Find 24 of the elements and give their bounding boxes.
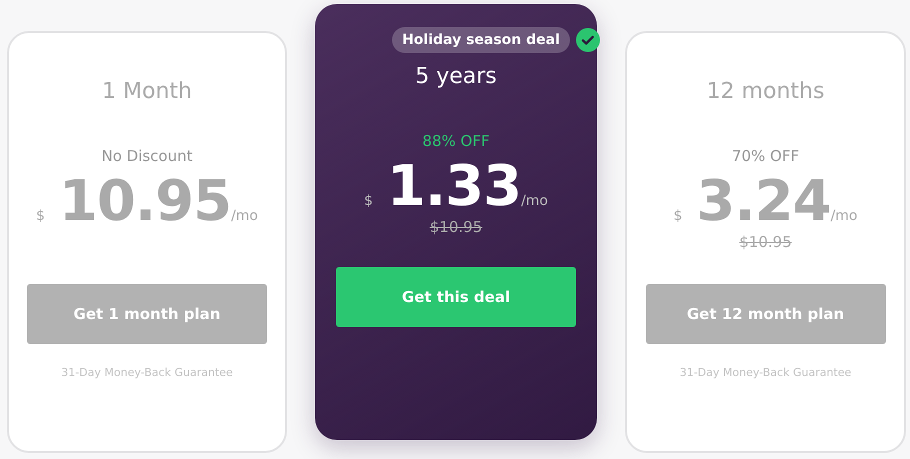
old-price: $10.95 [739, 233, 792, 253]
old-price: $10.95 [430, 218, 482, 238]
price: 1.33 [386, 156, 522, 218]
discount-label: 70% OFF [732, 147, 800, 165]
price-unit: /mo [830, 208, 858, 224]
plan-button[interactable]: Get 12 month plan [646, 284, 886, 344]
plan-button[interactable]: Get 1 month plan [27, 284, 267, 344]
plan-title: 12 months [706, 79, 824, 106]
discount-label: No Discount [101, 147, 193, 165]
guarantee-note: 31-Day Money-Back Guarantee [680, 366, 852, 379]
plan-button[interactable]: Get this deal [336, 267, 576, 327]
plan-title: 5 years [415, 64, 497, 91]
deal-badge: Holiday season deal [392, 27, 570, 53]
plan-title: 1 Month [102, 79, 192, 106]
guarantee-note: 31-Day Money-Back Guarantee [61, 366, 233, 379]
price: 3.24 [696, 171, 831, 233]
currency-symbol: $ [36, 208, 45, 224]
price-unit: /mo [231, 208, 258, 224]
check-icon [576, 28, 600, 52]
price: 10.95 [58, 171, 232, 233]
price-unit: /mo [521, 193, 548, 209]
currency-symbol: $ [364, 193, 373, 209]
discount-label: 88% OFF [422, 132, 490, 150]
currency-symbol: $ [673, 208, 682, 224]
